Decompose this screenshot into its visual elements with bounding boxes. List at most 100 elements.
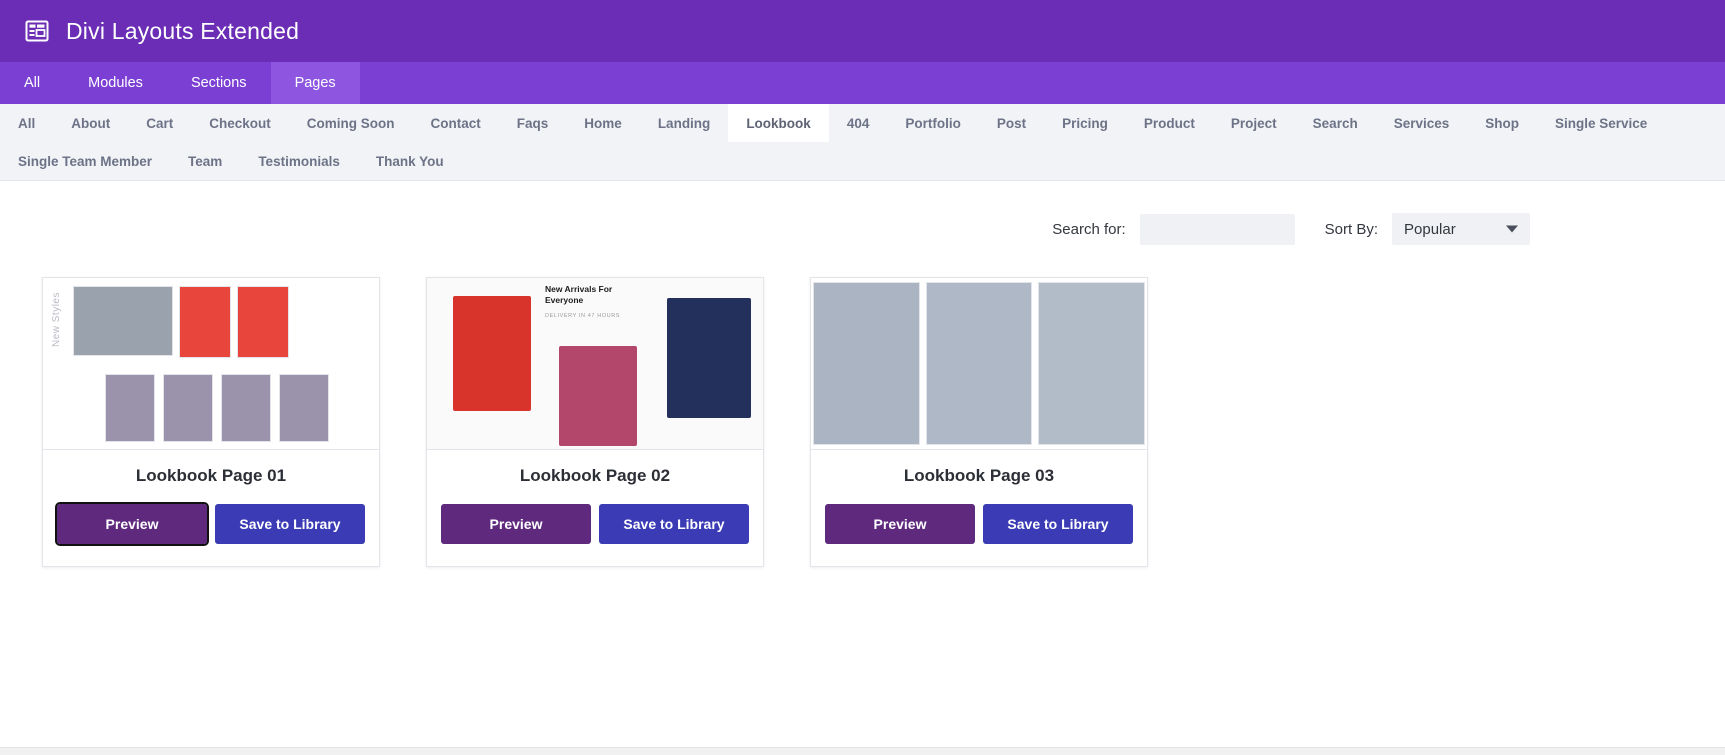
subnav-item-team-label: Team [188, 153, 223, 169]
subnav-item-pricing[interactable]: Pricing [1044, 104, 1126, 142]
card-actions: Preview Save to Library [55, 502, 365, 546]
layout-card-grid: New Styles Lookbook Page 01 Preview Save… [40, 277, 1685, 567]
save-to-library-button[interactable]: Save to Library [215, 504, 365, 544]
subnav-item-pricing-label: Pricing [1062, 115, 1108, 131]
card-title: Lookbook Page 01 [135, 466, 287, 485]
subnav-item-faqs-label: Faqs [516, 115, 549, 131]
search-input[interactable] [1139, 213, 1295, 245]
horizontal-scrollbar[interactable] [0, 747, 1725, 755]
subnav-item-testimonials-label: Testimonials [258, 153, 340, 169]
preview-button[interactable]: Preview [55, 502, 209, 546]
app-header: Divi Layouts Extended [0, 0, 1725, 62]
subnav-item-post-label: Post [996, 115, 1027, 131]
thumb-image [237, 286, 289, 358]
subnav-item-lookbook[interactable]: Lookbook [728, 104, 829, 142]
subnav-item-home[interactable]: Home [566, 104, 640, 142]
thumb-subheading: DELIVERY IN 47 HOURS [545, 313, 621, 320]
card-actions: Preview Save to Library [441, 504, 749, 544]
subnav-item-about[interactable]: About [53, 104, 128, 142]
card-body: Lookbook Page 02 Preview Save to Library [427, 450, 763, 566]
subnav-item-contact[interactable]: Contact [413, 104, 499, 142]
sort-select[interactable]: Popular [1392, 213, 1530, 245]
thumb-image [163, 374, 213, 442]
subnav-item-cart[interactable]: Cart [128, 104, 191, 142]
subnav-item-landing[interactable]: Landing [640, 104, 729, 142]
card-title: Lookbook Page 02 [519, 466, 671, 485]
subnav-item-team[interactable]: Team [170, 142, 240, 180]
preview-button[interactable]: Preview [825, 504, 975, 544]
preview-button[interactable]: Preview [441, 504, 591, 544]
subnav-item-services[interactable]: Services [1376, 104, 1468, 142]
subnav-item-product-label: Product [1143, 115, 1195, 131]
card-title: Lookbook Page 03 [903, 466, 1055, 485]
save-to-library-button[interactable]: Save to Library [983, 504, 1133, 544]
tab-all[interactable]: All [0, 62, 64, 104]
tab-sections-label: Sections [190, 75, 247, 91]
subnav-item-faqs[interactable]: Faqs [499, 104, 567, 142]
layout-card[interactable]: New Styles Lookbook Page 01 Preview Save… [42, 277, 380, 567]
subnav-item-search-label: Search [1312, 115, 1358, 131]
card-thumbnail [811, 278, 1147, 450]
subnav-item-all[interactable]: All [0, 104, 53, 142]
subnav-row-1: All About Cart Checkout Coming Soon Cont… [0, 104, 1725, 142]
layout-grid-icon [24, 18, 50, 44]
thumb-text-block: New Arrivals For Everyone DELIVERY IN 47… [545, 284, 645, 446]
tab-modules[interactable]: Modules [64, 62, 167, 104]
subnav-item-portfolio[interactable]: Portfolio [887, 104, 979, 142]
thumb-image [279, 374, 329, 442]
app-window: Divi Layouts Extended All Modules Sectio… [0, 0, 1725, 755]
subnav-item-cart-label: Cart [146, 115, 174, 131]
tab-all-label: All [24, 75, 41, 91]
subnav-item-404-label: 404 [846, 115, 870, 131]
subnav: All About Cart Checkout Coming Soon Cont… [0, 104, 1725, 181]
subnav-item-thank-you[interactable]: Thank You [358, 142, 462, 180]
sort-select-value: Popular [1404, 220, 1456, 238]
layout-card[interactable]: New Arrivals For Everyone DELIVERY IN 47… [426, 277, 764, 567]
content-area: Search for: Sort By: Popular New Styles [0, 181, 1725, 755]
thumb-image [437, 284, 537, 443]
subnav-item-contact-label: Contact [430, 115, 481, 131]
thumb-image [179, 286, 231, 358]
tab-pages[interactable]: Pages [270, 62, 360, 104]
subnav-item-single-team-member[interactable]: Single Team Member [0, 142, 170, 180]
subnav-item-thank-you-label: Thank You [375, 153, 444, 169]
subnav-item-product[interactable]: Product [1126, 104, 1213, 142]
subnav-item-shop-label: Shop [1485, 115, 1520, 131]
sort-label: Sort By: [1324, 220, 1378, 238]
subnav-item-single-service-label: Single Service [1555, 115, 1648, 131]
subnav-item-portfolio-label: Portfolio [905, 115, 961, 131]
page-title: Divi Layouts Extended [66, 17, 300, 44]
thumb-image [73, 286, 173, 356]
card-actions: Preview Save to Library [825, 504, 1133, 544]
subnav-item-single-service[interactable]: Single Service [1537, 104, 1665, 142]
subnav-item-testimonials[interactable]: Testimonials [240, 142, 358, 180]
thumb-image [105, 374, 155, 442]
subnav-item-project[interactable]: Project [1213, 104, 1295, 142]
subnav-item-single-team-member-label: Single Team Member [18, 153, 153, 169]
chevron-down-icon [1506, 225, 1518, 233]
subnav-row-2: Single Team Member Team Testimonials Tha… [0, 142, 1725, 180]
tab-pages-label: Pages [294, 75, 336, 91]
subnav-item-coming-soon-label: Coming Soon [306, 115, 395, 131]
save-to-library-button[interactable]: Save to Library [599, 504, 749, 544]
card-body: Lookbook Page 03 Preview Save to Library [811, 450, 1147, 566]
subnav-item-lookbook-label: Lookbook [746, 115, 811, 131]
subnav-item-404[interactable]: 404 [829, 104, 888, 142]
layout-card[interactable]: Lookbook Page 03 Preview Save to Library [810, 277, 1148, 567]
tab-sections[interactable]: Sections [167, 62, 271, 104]
subnav-item-post[interactable]: Post [979, 104, 1044, 142]
subnav-item-checkout-label: Checkout [209, 115, 271, 131]
subnav-item-home-label: Home [584, 115, 622, 131]
tab-modules-label: Modules [88, 75, 143, 91]
subnav-item-checkout[interactable]: Checkout [191, 104, 289, 142]
subnav-item-about-label: About [71, 115, 111, 131]
subnav-item-all-label: All [18, 115, 36, 131]
thumb-caption: New Styles [51, 292, 62, 348]
subnav-item-shop[interactable]: Shop [1467, 104, 1537, 142]
thumb-image [221, 374, 271, 442]
search-label: Search for: [1052, 220, 1126, 238]
subnav-item-search[interactable]: Search [1295, 104, 1376, 142]
card-thumbnail: New Styles [43, 278, 379, 450]
thumb-heading: New Arrivals For Everyone [545, 284, 613, 305]
subnav-item-coming-soon[interactable]: Coming Soon [289, 104, 413, 142]
